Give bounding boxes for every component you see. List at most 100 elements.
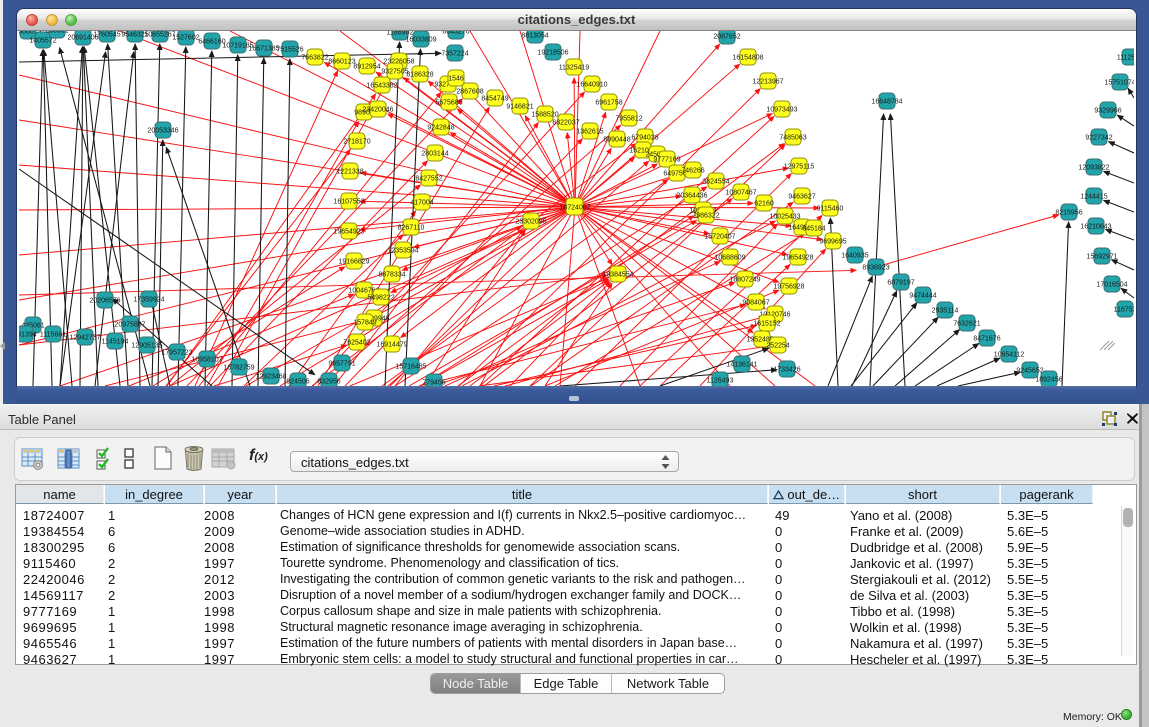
svg-text:16543382: 16543382 bbox=[366, 83, 397, 90]
svg-text:7357224: 7357224 bbox=[441, 51, 468, 58]
svg-text:9115460: 9115460 bbox=[817, 206, 844, 213]
svg-text:16640910: 16640910 bbox=[576, 82, 607, 89]
svg-text:9474444: 9474444 bbox=[909, 293, 936, 300]
svg-text:924506: 924506 bbox=[286, 379, 309, 386]
svg-text:1588520: 1588520 bbox=[531, 112, 558, 119]
svg-text:5498222: 5498222 bbox=[367, 295, 394, 302]
svg-text:16648784: 16648784 bbox=[871, 99, 902, 106]
svg-text:10688609: 10688609 bbox=[714, 255, 745, 262]
svg-text:9242848: 9242848 bbox=[427, 125, 454, 132]
svg-text:9245652: 9245652 bbox=[1016, 368, 1043, 375]
svg-text:17359924: 17359924 bbox=[133, 297, 164, 304]
svg-text:1244415: 1244415 bbox=[1080, 194, 1107, 201]
svg-text:2935114: 2935114 bbox=[932, 308, 959, 315]
svg-text:8990448: 8990448 bbox=[603, 137, 630, 144]
svg-text:1615152: 1615152 bbox=[753, 321, 780, 328]
svg-text:18724007: 18724007 bbox=[559, 205, 590, 212]
svg-text:417004: 417004 bbox=[410, 200, 433, 207]
svg-text:10807467: 10807467 bbox=[725, 190, 756, 197]
svg-text:6322037: 6322037 bbox=[552, 120, 579, 127]
svg-text:1112536: 1112536 bbox=[1117, 55, 1134, 62]
svg-text:14136141: 14136141 bbox=[726, 362, 757, 369]
svg-text:2803144: 2803144 bbox=[421, 151, 448, 158]
svg-text:1733426: 1733426 bbox=[773, 367, 800, 374]
svg-text:12905135: 12905135 bbox=[131, 343, 162, 350]
svg-text:10973493: 10973493 bbox=[766, 107, 797, 114]
svg-text:12942737: 12942737 bbox=[69, 335, 100, 342]
svg-text:8938923: 8938923 bbox=[862, 265, 889, 272]
svg-text:16210643: 16210643 bbox=[1080, 224, 1111, 231]
svg-text:23420046: 23420046 bbox=[362, 107, 393, 114]
svg-text:10655267: 10655267 bbox=[144, 32, 175, 39]
svg-text:12093822: 12093822 bbox=[1078, 165, 1109, 172]
svg-text:252254: 252254 bbox=[766, 343, 789, 350]
svg-text:1640935: 1640935 bbox=[841, 253, 868, 260]
svg-text:16671385: 16671385 bbox=[248, 46, 279, 53]
svg-text:19756928: 19756928 bbox=[773, 284, 804, 291]
svg-text:12923468: 12923468 bbox=[255, 374, 286, 381]
svg-text:9084067: 9084067 bbox=[742, 300, 769, 307]
svg-text:2718170: 2718170 bbox=[343, 139, 370, 146]
svg-text:9146821: 9146821 bbox=[506, 104, 533, 111]
svg-text:15751074: 15751074 bbox=[1104, 80, 1134, 87]
svg-text:8215956: 8215956 bbox=[1055, 210, 1082, 217]
svg-text:238601: 238601 bbox=[45, 31, 68, 35]
svg-text:7515526: 7515526 bbox=[276, 47, 303, 54]
svg-text:15692971: 15692971 bbox=[1086, 254, 1117, 261]
svg-text:8912954: 8912954 bbox=[353, 64, 380, 71]
svg-text:291394: 291394 bbox=[19, 332, 37, 339]
svg-text:3624554: 3624554 bbox=[702, 179, 729, 186]
svg-text:1115681: 1115681 bbox=[40, 332, 66, 339]
svg-text:1145194: 1145194 bbox=[102, 339, 129, 346]
svg-text:157849: 157849 bbox=[353, 320, 376, 327]
svg-text:15720407: 15720407 bbox=[704, 234, 735, 241]
svg-text:7632621: 7632621 bbox=[953, 321, 980, 328]
svg-text:20975887: 20975887 bbox=[114, 322, 145, 329]
svg-text:19384554: 19384554 bbox=[602, 272, 633, 279]
svg-text:8878334: 8878334 bbox=[378, 272, 405, 279]
svg-text:20364436: 20364436 bbox=[676, 193, 707, 200]
svg-text:19654923: 19654923 bbox=[333, 229, 364, 236]
svg-text:1527602: 1527602 bbox=[172, 35, 199, 42]
svg-text:9329966: 9329966 bbox=[1094, 108, 1121, 115]
svg-text:746266: 746266 bbox=[681, 168, 704, 175]
svg-text:10958107: 10958107 bbox=[191, 357, 222, 364]
svg-text:7955812: 7955812 bbox=[615, 116, 642, 123]
svg-text:9699695: 9699695 bbox=[819, 239, 846, 246]
svg-text:19218506: 19218506 bbox=[537, 50, 568, 57]
svg-text:9327505: 9327505 bbox=[381, 69, 408, 76]
svg-text:16033809: 16033809 bbox=[405, 37, 436, 44]
svg-text:16914479: 16914479 bbox=[376, 342, 407, 349]
svg-text:10654112: 10654112 bbox=[994, 352, 1025, 359]
svg-text:1760545: 1760545 bbox=[93, 32, 120, 39]
svg-text:9657791: 9657791 bbox=[328, 361, 355, 368]
svg-text:12353594: 12353594 bbox=[387, 248, 418, 255]
svg-text:8660123: 8660123 bbox=[328, 59, 355, 66]
svg-text:16154808: 16154808 bbox=[732, 55, 763, 62]
svg-text:1362615: 1362615 bbox=[576, 129, 603, 136]
svg-text:8427552: 8427552 bbox=[415, 176, 442, 183]
svg-text:62160: 62160 bbox=[754, 201, 774, 208]
svg-text:5675685: 5675685 bbox=[435, 100, 462, 107]
svg-text:6961758: 6961758 bbox=[595, 100, 622, 107]
svg-text:8813054: 8813054 bbox=[521, 33, 548, 40]
svg-text:7485063: 7485063 bbox=[779, 135, 806, 142]
svg-text:9777169: 9777169 bbox=[653, 157, 680, 164]
svg-text:15716485: 15716485 bbox=[395, 364, 426, 371]
svg-text:8454749: 8454749 bbox=[481, 96, 508, 103]
svg-text:20053346: 20053346 bbox=[147, 128, 178, 135]
svg-text:1546: 1546 bbox=[448, 76, 464, 83]
svg-text:1405572: 1405572 bbox=[29, 38, 56, 45]
svg-text:1221338: 1221338 bbox=[336, 169, 363, 176]
svg-text:18807249: 18807249 bbox=[729, 277, 760, 284]
svg-text:9463627: 9463627 bbox=[788, 194, 815, 201]
svg-text:23302095: 23302095 bbox=[515, 219, 546, 226]
svg-text:12213967: 12213967 bbox=[752, 79, 783, 86]
svg-text:8643276: 8643276 bbox=[442, 31, 469, 36]
svg-text:8267110: 8267110 bbox=[398, 225, 425, 232]
svg-text:7663822: 7663822 bbox=[301, 55, 328, 62]
svg-text:832956: 832956 bbox=[317, 379, 340, 386]
svg-text:845184: 845184 bbox=[802, 226, 825, 233]
svg-text:6879197: 6879197 bbox=[887, 280, 914, 287]
svg-text:16782759: 16782759 bbox=[223, 365, 254, 372]
